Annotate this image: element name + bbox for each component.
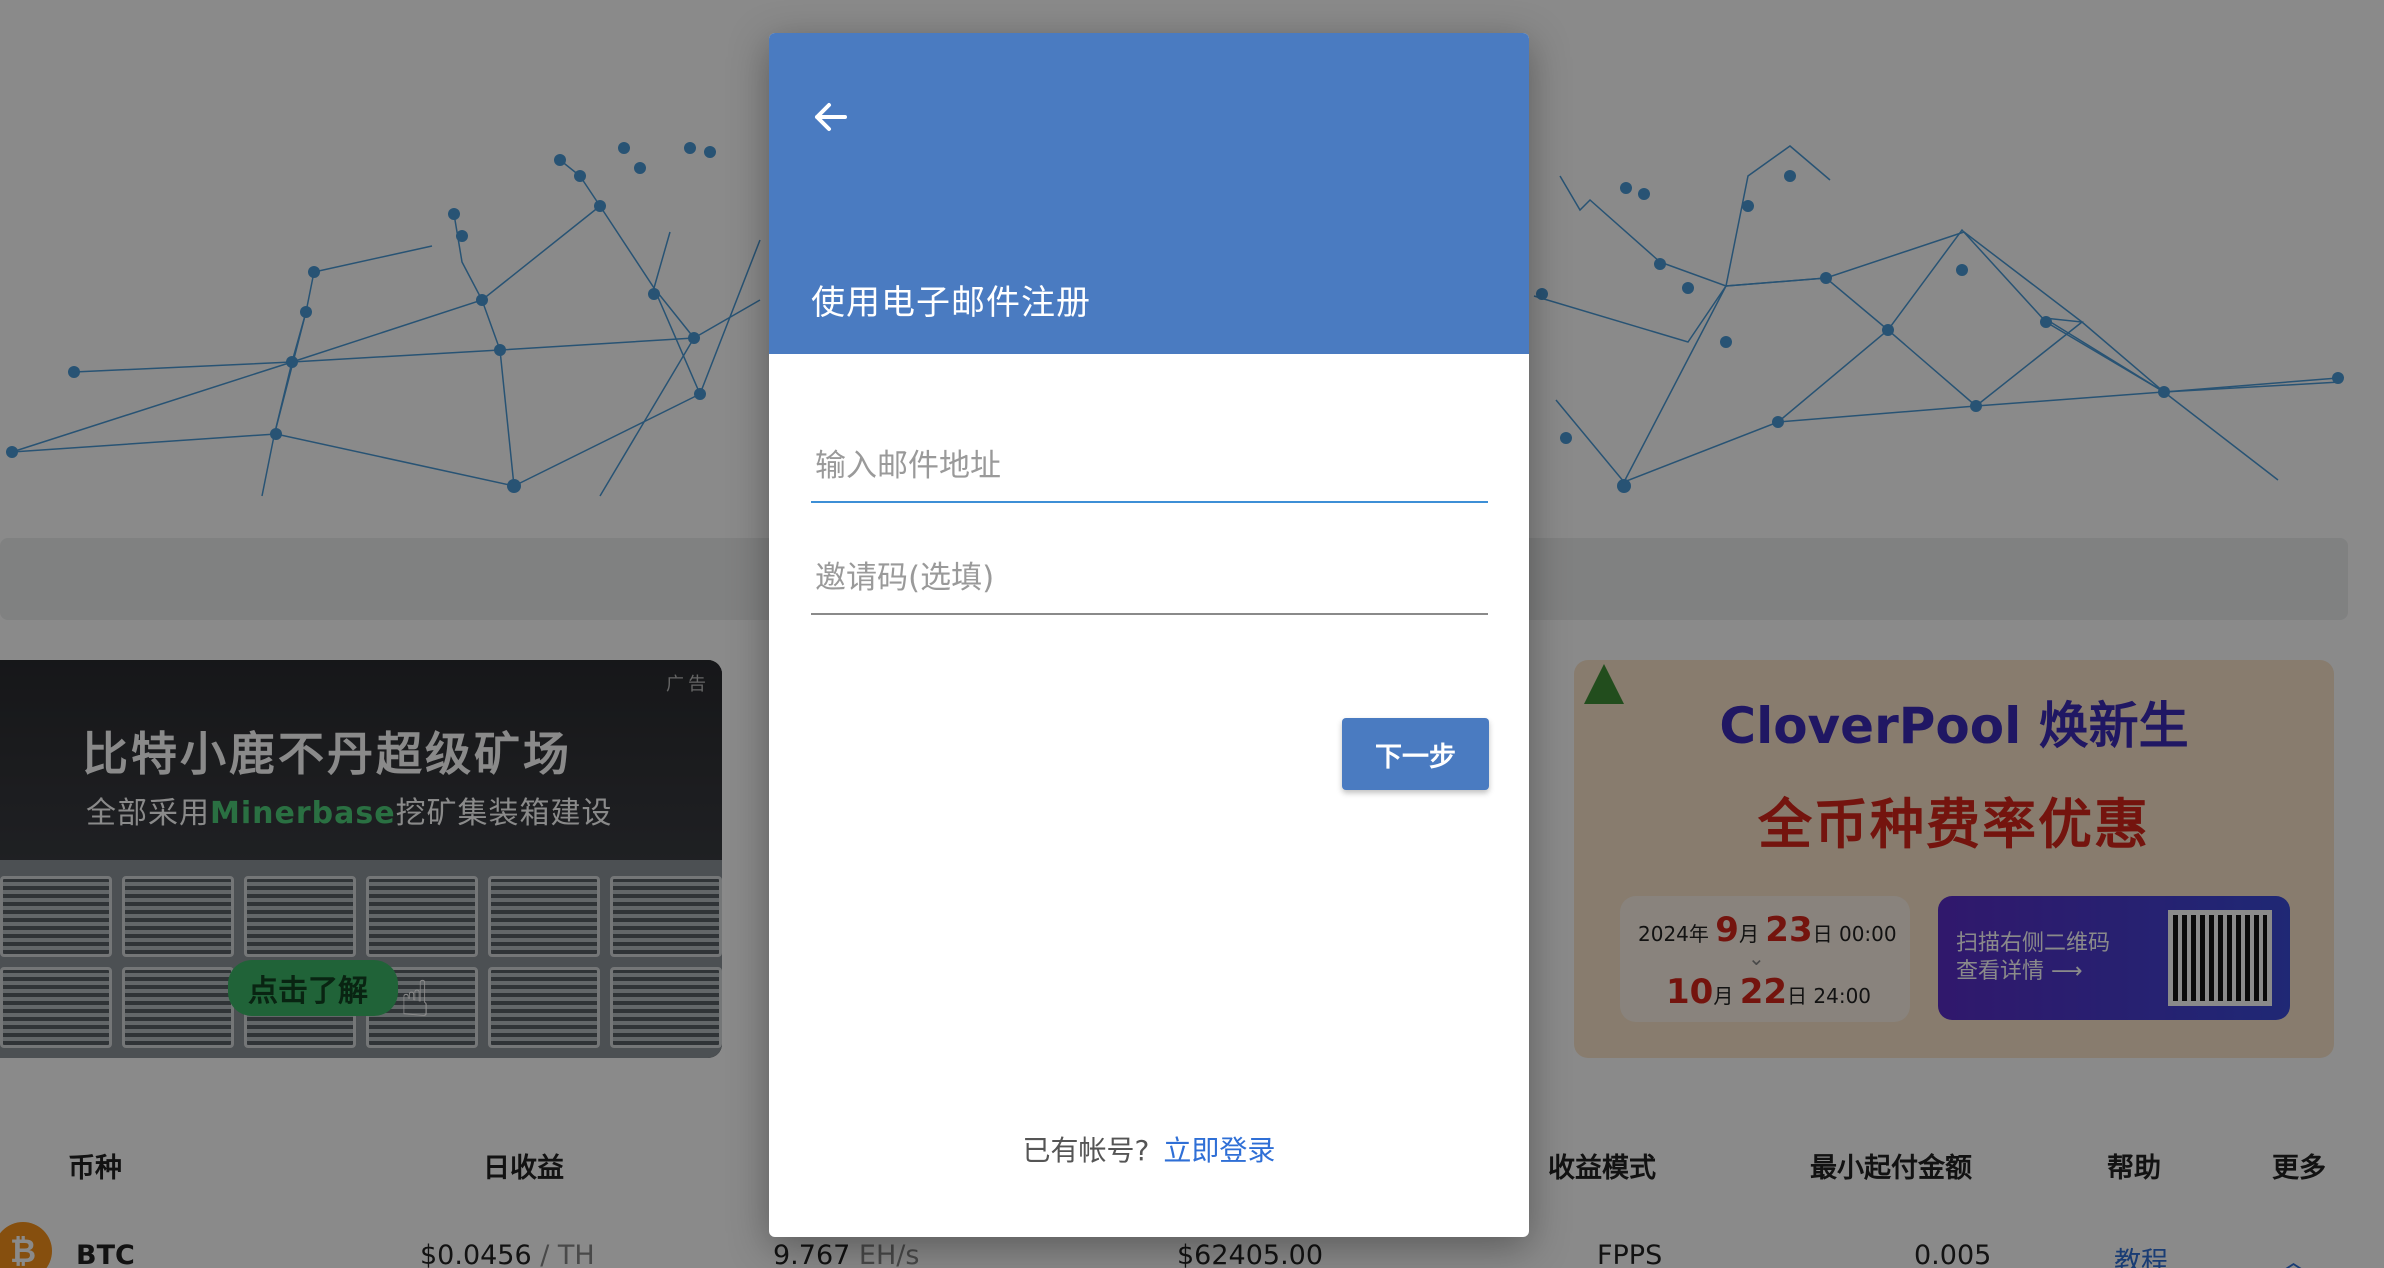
login-prompt: 已有帐号? 立即登录 <box>769 1129 1529 1169</box>
next-step-button[interactable]: 下一步 <box>1342 718 1489 790</box>
register-modal: 使用电子邮件注册 下一步 已有帐号? 立即登录 <box>769 33 1529 1237</box>
modal-header: 使用电子邮件注册 <box>769 33 1529 354</box>
email-input[interactable] <box>811 431 1488 503</box>
invite-code-input[interactable] <box>811 543 1488 615</box>
has-account-text: 已有帐号? <box>1022 1134 1150 1167</box>
login-link[interactable]: 立即登录 <box>1163 1134 1275 1167</box>
modal-title: 使用电子邮件注册 <box>811 283 1091 323</box>
back-arrow-icon[interactable] <box>803 89 859 145</box>
